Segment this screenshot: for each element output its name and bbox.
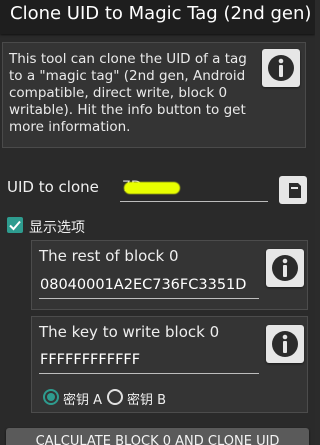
info-icon xyxy=(272,255,298,281)
block0-input[interactable]: 08040001A2EC736FC3351D xyxy=(39,275,259,299)
uid-label: UID to clone xyxy=(7,178,99,196)
key-info-button[interactable] xyxy=(266,325,304,363)
block0-panel: The rest of block 0 08040001A2EC736FC335… xyxy=(31,240,308,310)
info-icon xyxy=(272,331,298,357)
info-panel: This tool can clone the UID of a tag to … xyxy=(2,42,306,148)
paste-button[interactable] xyxy=(279,176,307,204)
info-icon xyxy=(268,55,294,81)
calculate-clone-label: CALCULATE BLOCK 0 AND CLONE UID xyxy=(35,434,280,445)
key-a-label: 密钥 A xyxy=(63,393,103,408)
app-screen: Clone UID to Magic Tag (2nd gen) This to… xyxy=(0,0,315,445)
key-value: FFFFFFFFFFFF xyxy=(40,352,141,368)
block0-title: The rest of block 0 xyxy=(39,247,179,265)
key-b-label: 密钥 B xyxy=(127,393,167,408)
key-a-radio[interactable] xyxy=(43,389,59,405)
block0-value: 08040001A2EC736FC3351D xyxy=(40,277,247,293)
key-b-radio[interactable] xyxy=(107,389,123,405)
uid-input[interactable]: 7D xyxy=(120,176,268,202)
uid-redaction-mark xyxy=(124,182,180,194)
show-options-checkbox[interactable] xyxy=(7,217,23,233)
info-description: This tool can clone the UID of a tag to … xyxy=(9,51,247,135)
block0-info-button[interactable] xyxy=(266,249,304,287)
show-options-label: 显示选项 xyxy=(29,220,85,236)
paste-icon xyxy=(289,183,301,198)
info-button[interactable] xyxy=(262,49,300,87)
key-input[interactable]: FFFFFFFFFFFF xyxy=(39,350,259,374)
key-title: The key to write block 0 xyxy=(39,323,220,341)
title-bar: Clone UID to Magic Tag (2nd gen) xyxy=(0,0,315,34)
check-icon xyxy=(9,220,21,231)
page-title: Clone UID to Magic Tag (2nd gen) xyxy=(10,3,312,24)
calculate-clone-button[interactable]: CALCULATE BLOCK 0 AND CLONE UID xyxy=(6,428,309,445)
key-panel: The key to write block 0 FFFFFFFFFFFF 密钥… xyxy=(31,316,308,413)
